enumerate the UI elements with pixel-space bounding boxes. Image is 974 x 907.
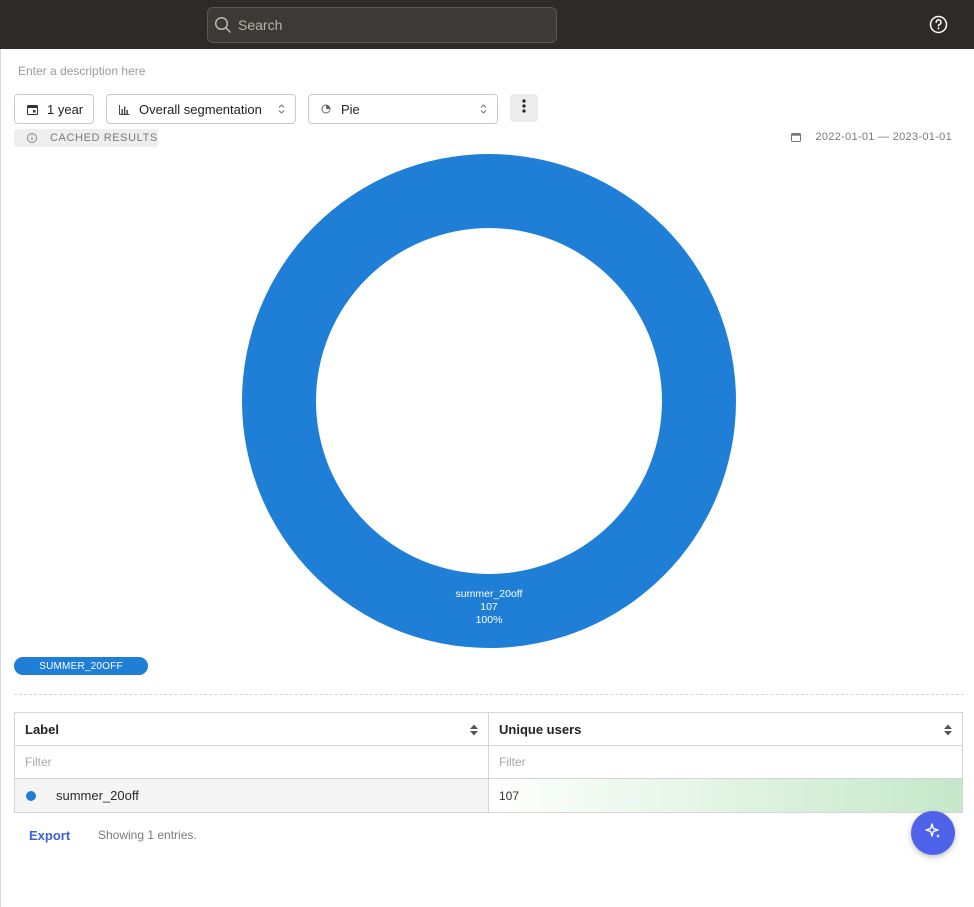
- divider: [14, 694, 964, 695]
- date-range-select[interactable]: 1 year: [14, 94, 94, 124]
- top-bar: [0, 0, 974, 49]
- insight-page: Enter a description here 1 year Overall …: [0, 49, 974, 907]
- label-cell: summer_20off: [15, 779, 489, 812]
- date-range-text: 2022-01-01 — 2023-01-01: [815, 131, 952, 143]
- table-filter-row: Filter Filter: [15, 746, 962, 779]
- column-header-text: Label: [25, 721, 59, 737]
- unique-users-filter-input[interactable]: Filter: [489, 746, 962, 778]
- date-range-label: 1 year: [47, 101, 84, 117]
- results-table: Label Unique users Filter Filter summer_…: [14, 712, 963, 813]
- donut-chart: summer_20off107100%: [242, 154, 736, 648]
- slice-percent-label: 100%: [476, 614, 503, 626]
- pie-slice[interactable]: [242, 154, 736, 648]
- segmentation-select[interactable]: Overall segmentation: [106, 94, 296, 124]
- label-cell-text: summer_20off: [56, 788, 139, 803]
- chevron-updown-icon: [480, 103, 487, 118]
- description-field[interactable]: Enter a description here: [18, 64, 145, 78]
- ai-assistant-button[interactable]: [911, 811, 955, 855]
- legend-item-summer-20off[interactable]: SUMMER_20OFF: [14, 657, 148, 675]
- bar-chart-icon: [117, 102, 131, 116]
- info-circle-icon: [26, 132, 38, 144]
- sparkle-icon: [924, 822, 942, 845]
- search-icon: [208, 8, 238, 42]
- chart-type-select[interactable]: Pie: [308, 94, 498, 124]
- segmentation-label: Overall segmentation: [139, 101, 262, 117]
- export-button[interactable]: Export: [29, 828, 70, 843]
- cached-results-badge: CACHED RESULTS: [14, 129, 158, 147]
- label-filter-input[interactable]: Filter: [15, 746, 489, 778]
- column-header-unique-users[interactable]: Unique users: [489, 713, 962, 745]
- more-options-button[interactable]: [510, 94, 538, 122]
- search-box[interactable]: [207, 7, 557, 43]
- help-circle-icon[interactable]: [929, 15, 948, 34]
- pie-chart-icon: [319, 102, 333, 116]
- cached-results-label: CACHED RESULTS: [50, 132, 158, 144]
- calendar-icon: [791, 132, 802, 143]
- column-header-label[interactable]: Label: [15, 713, 489, 745]
- sort-icon[interactable]: [469, 723, 479, 740]
- showing-entries-text: Showing 1 entries.: [98, 828, 197, 842]
- calendar-icon: [25, 102, 39, 116]
- table-row: summer_20off 107: [15, 779, 962, 812]
- unique-users-cell: 107: [489, 779, 962, 812]
- vertical-ellipsis-icon: [522, 98, 526, 118]
- table-header-row: Label Unique users: [15, 713, 962, 746]
- slice-value-label: 107: [480, 601, 498, 613]
- search-input[interactable]: [238, 10, 556, 40]
- chart-type-label: Pie: [341, 101, 360, 117]
- column-header-text: Unique users: [499, 721, 582, 737]
- chevron-updown-icon: [278, 103, 285, 118]
- slice-label: summer_20off: [456, 588, 523, 600]
- sort-icon[interactable]: [943, 723, 953, 740]
- date-range-display: 2022-01-01 — 2023-01-01: [791, 131, 952, 143]
- series-color-dot: [26, 790, 36, 801]
